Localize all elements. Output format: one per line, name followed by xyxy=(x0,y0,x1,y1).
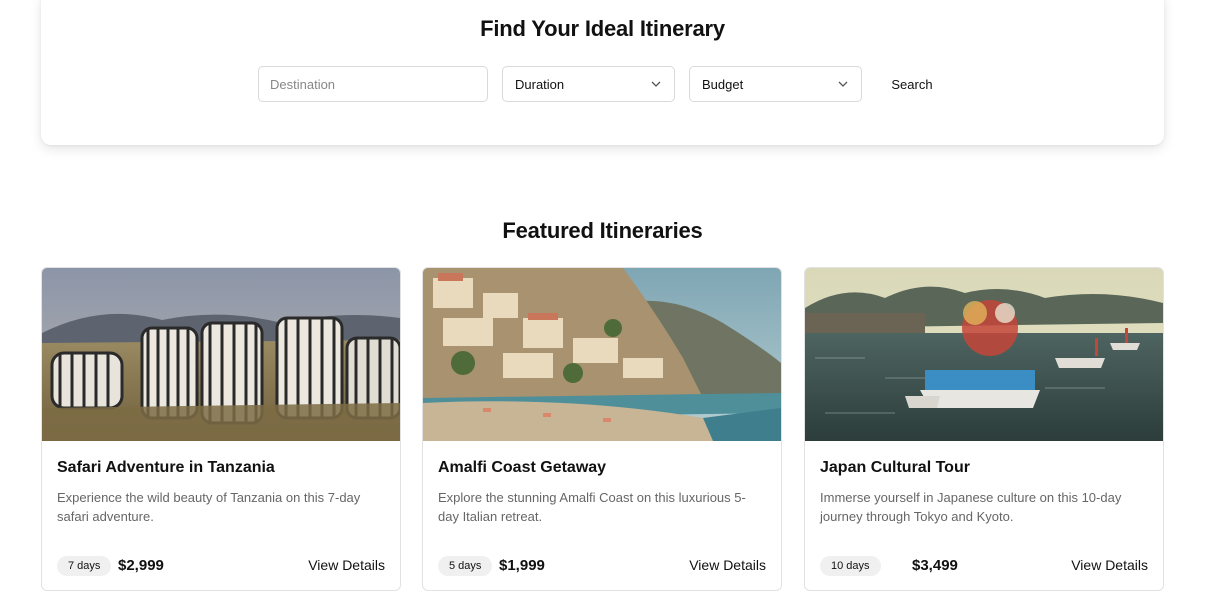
card-description: Experience the wild beauty of Tanzania o… xyxy=(57,490,361,524)
duration-badge: 7 days xyxy=(57,556,112,576)
view-details-button[interactable]: View Details xyxy=(689,554,766,576)
card-description: Immerse yourself in Japanese culture on … xyxy=(820,490,1122,524)
card-price: $2,999 xyxy=(118,557,164,574)
zebras-savanna-photo xyxy=(42,268,400,441)
card-title: Amalfi Coast Getaway xyxy=(438,459,607,476)
duration-select[interactable]: Duration xyxy=(502,66,675,102)
card-footer: 10 days $3,499 View Details xyxy=(820,554,1148,576)
chevron-down-icon xyxy=(837,78,849,90)
destination-input[interactable] xyxy=(258,66,488,102)
itinerary-card: Amalfi Coast Getaway Explore the stunnin… xyxy=(422,267,782,591)
budget-select[interactable]: Budget xyxy=(689,66,862,102)
view-details-button[interactable]: View Details xyxy=(308,554,385,576)
card-price: $3,499 xyxy=(912,557,958,574)
search-title: Find Your Ideal Itinerary xyxy=(480,16,725,41)
card-footer: 5 days $1,999 View Details xyxy=(438,554,766,576)
duration-badge: 10 days xyxy=(820,556,881,576)
duration-badge: 5 days xyxy=(438,556,493,576)
view-details-button[interactable]: View Details xyxy=(1071,554,1148,576)
card-price: $1,999 xyxy=(499,557,545,574)
budget-select-label: Budget xyxy=(702,76,744,92)
amalfi-coast-beach-photo xyxy=(423,268,781,441)
search-form: Duration Budget Search xyxy=(41,66,1164,102)
search-panel: Find Your Ideal Itinerary Duration Budge… xyxy=(41,0,1164,145)
card-title: Japan Cultural Tour xyxy=(820,459,970,476)
card-title: Safari Adventure in Tanzania xyxy=(57,459,275,476)
featured-title: Featured Itineraries xyxy=(502,218,703,243)
chevron-down-icon xyxy=(650,78,662,90)
search-button[interactable]: Search xyxy=(877,66,947,102)
japanese-boat-festival-photo xyxy=(805,268,1163,441)
itinerary-card: Japan Cultural Tour Immerse yourself in … xyxy=(804,267,1164,591)
card-description: Explore the stunning Amalfi Coast on thi… xyxy=(438,490,746,524)
duration-select-label: Duration xyxy=(515,76,565,92)
itinerary-card: Safari Adventure in Tanzania Experience … xyxy=(41,267,401,591)
card-footer: 7 days $2,999 View Details xyxy=(57,554,385,576)
